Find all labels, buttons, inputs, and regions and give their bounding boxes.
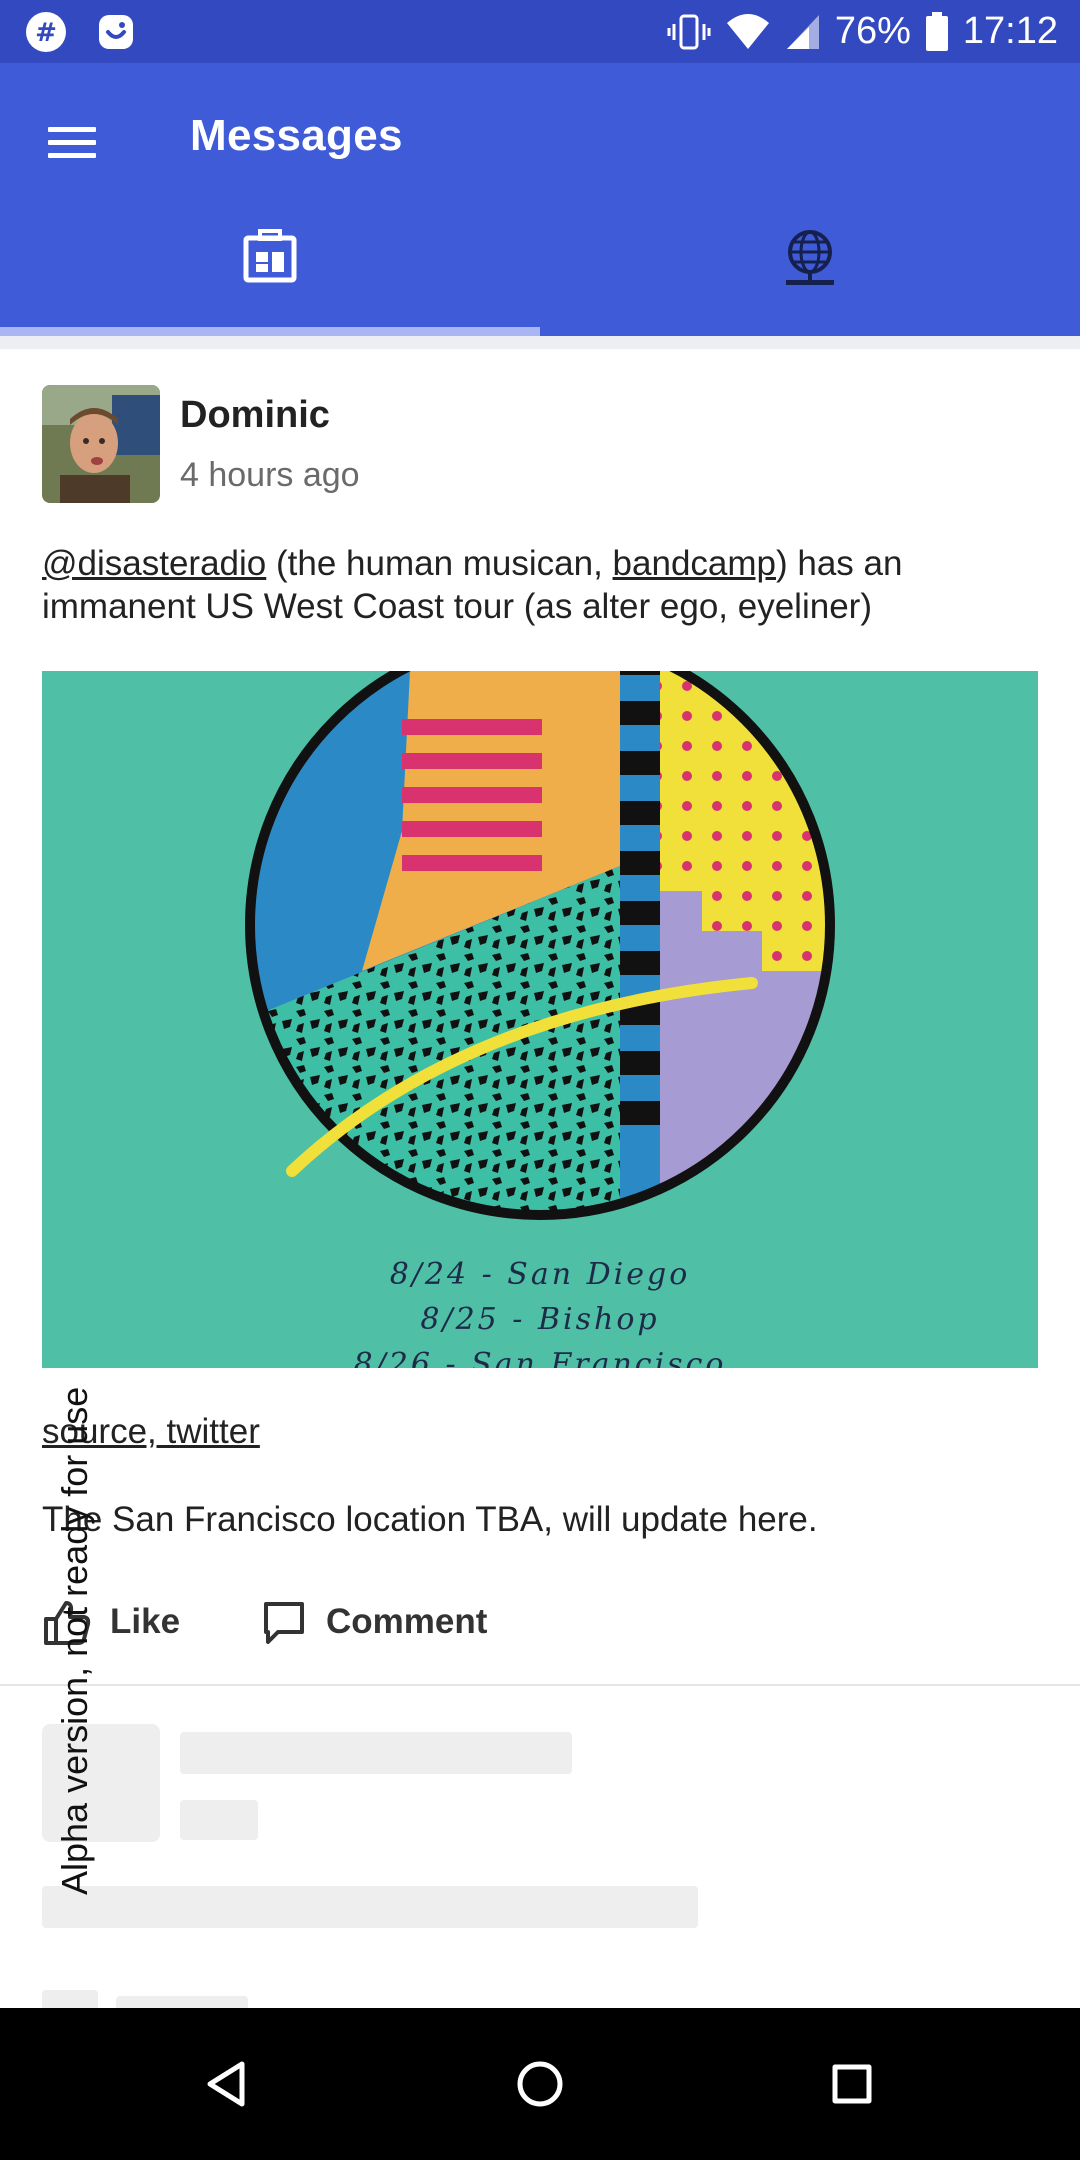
post-time: 4 hours ago xyxy=(180,456,360,494)
signal-icon xyxy=(786,14,819,49)
battery-percent: 76% xyxy=(834,10,911,52)
skeleton-line xyxy=(180,1732,572,1774)
bandcamp-link[interactable]: bandcamp xyxy=(613,544,776,583)
comment-icon xyxy=(264,1602,304,1644)
menu-icon xyxy=(48,127,96,132)
post-divider xyxy=(0,1684,1080,1686)
comment-label: Comment xyxy=(326,1602,488,1641)
app-bar: Messages xyxy=(0,63,1080,338)
like-label: Like xyxy=(110,1602,181,1641)
clock: 17:12 xyxy=(962,10,1058,52)
back-icon[interactable] xyxy=(198,2054,258,2114)
tab-indicator xyxy=(0,327,540,336)
tour-date-3: 8/26 - San Francisco xyxy=(354,1347,727,1368)
avatar[interactable] xyxy=(42,385,160,503)
mention-link[interactable]: @disasteradio xyxy=(42,544,266,583)
recents-icon[interactable] xyxy=(822,2054,882,2114)
update-text: The San Francisco location TBA, will upd… xyxy=(42,1500,818,1539)
svg-text:#: # xyxy=(35,18,57,48)
skeleton-line xyxy=(42,1886,698,1928)
vibrate-icon xyxy=(667,14,711,49)
globe-icon xyxy=(786,230,834,285)
tour-date-1: 8/24 - San Diego xyxy=(390,1257,691,1292)
skeleton-avatar xyxy=(42,1990,98,2010)
home-icon[interactable] xyxy=(510,2054,570,2114)
status-bar: # 76% 17:12 xyxy=(0,0,1080,63)
divider xyxy=(0,336,1080,349)
stream-icon xyxy=(243,229,297,283)
notification-app-icon xyxy=(99,15,133,49)
alpha-watermark: Alpha version, not ready for use xyxy=(54,1386,95,1895)
post-author[interactable]: Dominic xyxy=(180,394,330,437)
post-text: @disasteradio (the human musican, bandca… xyxy=(42,544,903,626)
post-image[interactable]: 8/24 - San Diego 8/25 - Bishop 8/26 - Sa… xyxy=(42,671,1038,1368)
tab-stream[interactable] xyxy=(0,228,540,340)
skeleton-line xyxy=(180,1800,258,1840)
comment-button[interactable]: Comment xyxy=(262,1594,487,1650)
navigation-bar xyxy=(0,2008,1080,2160)
tour-date-2: 8/25 - Bishop xyxy=(420,1302,659,1337)
menu-button[interactable] xyxy=(48,119,100,171)
slack-icon: # xyxy=(26,12,66,52)
page-title: Messages xyxy=(190,111,403,160)
tab-community[interactable] xyxy=(540,228,1080,340)
battery-icon xyxy=(925,11,948,51)
wifi-icon xyxy=(726,13,769,49)
